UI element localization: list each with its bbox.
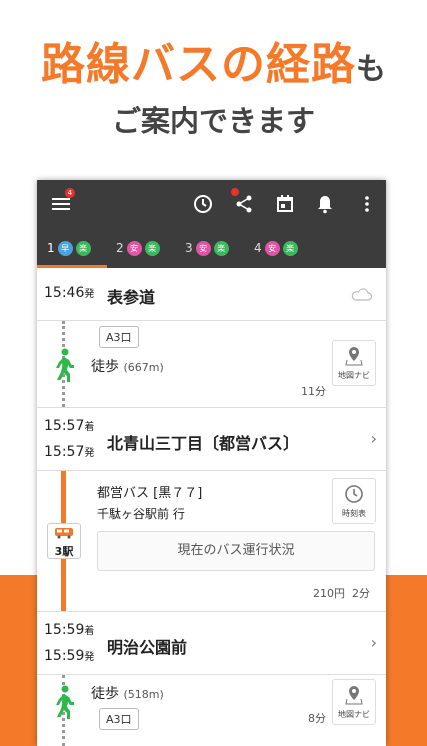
cloudy-weather-icon [350, 286, 373, 305]
easy-badge: 楽 [75, 240, 91, 256]
map-navi-label: 地図ナビ [338, 371, 370, 380]
route-tab-number: 2 [116, 241, 124, 255]
map-pin-icon [345, 686, 363, 705]
calendar-icon[interactable] [273, 192, 297, 216]
route-tab-3[interactable]: 3 安 楽 [185, 238, 229, 258]
walking-person-icon [51, 348, 77, 386]
start-station-row[interactable]: 15:46発 表参道 [37, 268, 386, 320]
map-navi-button[interactable]: 地図ナビ [332, 340, 376, 386]
route-tab-number: 3 [185, 241, 193, 255]
divider [37, 470, 386, 471]
walk-distance: (518m) [123, 688, 164, 701]
promo-headline: 路線バスの経路も [0, 28, 427, 92]
arrival-station-row[interactable]: 15:59着 15:59発 明治公園前 › [37, 612, 386, 674]
route-tab-1[interactable]: 1 早 楽 [47, 238, 91, 258]
easy-badge: 楽 [282, 240, 298, 256]
bus-duration: 2分 [352, 587, 370, 600]
app-screen: 4 1 早 楽 2 安 楽 3 安 楽 4 安 楽 15:46発 表参道 A3口… [37, 180, 386, 746]
bus-fare-duration: 210円 2分 [313, 585, 370, 601]
map-navi-label: 地図ナビ [338, 710, 370, 719]
departure-time: 15:59発 [44, 648, 95, 664]
app-toolbar: 4 [37, 180, 386, 228]
route-tab-number: 4 [254, 241, 262, 255]
walk-duration: 11分 [301, 385, 326, 398]
map-pin-icon [345, 347, 363, 366]
exit-label: A3口 [99, 708, 139, 730]
map-navi-button[interactable]: 地図ナビ [332, 679, 376, 725]
share-icon[interactable] [231, 188, 256, 216]
headline-orange-text: 路線バスの経路 [41, 39, 356, 90]
bus-direction: 千駄ヶ谷駅前 行 [97, 507, 185, 521]
walk-label: 徒歩 [91, 359, 119, 375]
fast-badge: 早 [57, 240, 73, 256]
divider [37, 674, 386, 675]
menu-icon[interactable]: 4 [49, 188, 75, 216]
cheap-badge: 安 [126, 240, 142, 256]
chevron-right-icon: › [370, 633, 377, 652]
arrival-time: 15:57着 [44, 418, 95, 434]
easy-badge: 楽 [213, 240, 229, 256]
walk-distance: (667m) [123, 361, 164, 374]
bus-stop-count: 3駅 [54, 545, 74, 558]
bell-icon[interactable] [313, 192, 337, 216]
walk-label: 徒歩 [91, 686, 119, 702]
bus-icon [55, 528, 73, 539]
headline-tail-text: も [356, 52, 386, 87]
bus-status-button[interactable]: 現在のバス運行状況 [97, 531, 375, 571]
route-tab-number: 1 [47, 241, 55, 255]
route-tab-2[interactable]: 2 安 楽 [116, 238, 160, 258]
menu-notification-badge: 4 [65, 188, 75, 198]
bus-fare: 210円 [313, 587, 345, 600]
walk-segment-info: 徒歩 (518m) [91, 683, 164, 703]
route-tabs: 1 早 楽 2 安 楽 3 安 楽 4 安 楽 [37, 228, 386, 268]
departure-time: 15:46発 [44, 285, 95, 301]
promo-subheadline: ご案内できます [111, 104, 315, 138]
share-new-badge [231, 188, 239, 196]
arrival-station-name: 明治公園前 [107, 638, 188, 657]
cheap-badge: 安 [195, 240, 211, 256]
bus-stops-indicator: 3駅 [47, 523, 81, 559]
clock-icon [345, 485, 363, 503]
easy-badge: 楽 [144, 240, 160, 256]
walk-segment-info: 徒歩 (667m) [91, 356, 164, 376]
cheap-badge: 安 [264, 240, 280, 256]
clock-icon[interactable] [191, 192, 215, 216]
bus-line-name: 都営バス [黒７７] [97, 486, 203, 501]
divider [37, 320, 386, 321]
walk-duration: 8分 [308, 712, 326, 725]
timetable-button[interactable]: 時刻表 [332, 478, 376, 524]
route-tab-4[interactable]: 4 安 楽 [254, 238, 298, 258]
transfer-station-name: 北青山三丁目〔都営バス〕 [107, 434, 300, 453]
timetable-label: 時刻表 [342, 509, 366, 518]
chevron-right-icon: › [370, 429, 377, 448]
more-options-icon[interactable] [355, 192, 379, 216]
exit-label: A3口 [99, 326, 139, 348]
arrival-time: 15:59着 [44, 622, 95, 638]
walking-person-icon [51, 685, 77, 723]
start-station-name: 表参道 [107, 288, 156, 307]
departure-time: 15:57発 [44, 444, 95, 460]
transfer-station-row[interactable]: 15:57着 15:57発 北青山三丁目〔都営バス〕 › [37, 408, 386, 470]
